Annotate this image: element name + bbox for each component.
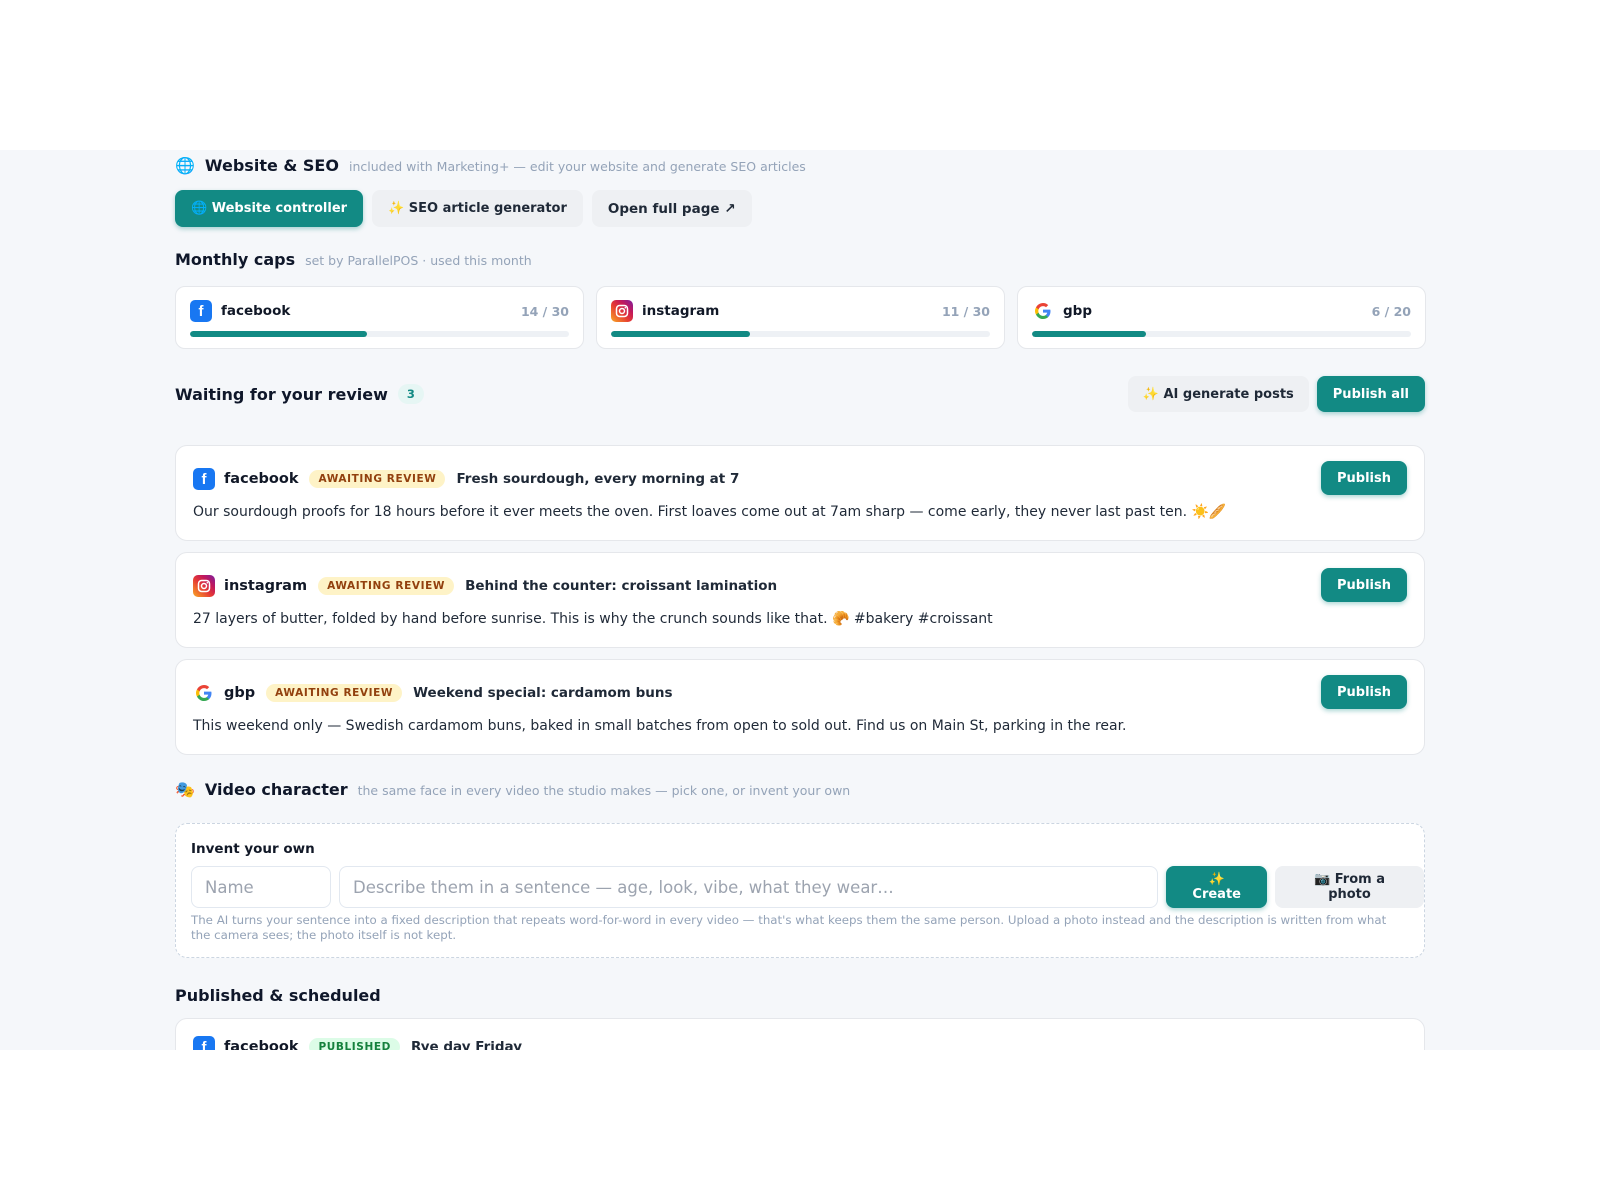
published-title: Published & scheduled — [175, 986, 381, 1005]
review-post-card: gbp AWAITING REVIEW Weekend special: car… — [175, 659, 1425, 755]
globe-icon: 🌐 — [175, 156, 195, 175]
post-platform: instagram — [224, 578, 308, 594]
cap-progress-bar — [190, 331, 569, 337]
cap-progress-bar — [611, 331, 990, 337]
post-body: This weekend only — Swedish cardamom bun… — [193, 718, 1127, 734]
cap-count: 14 / 30 — [520, 303, 569, 319]
caps-row: f facebook 14 / 30 instagram 11 / 30 gbp… — [175, 286, 1426, 349]
facebook-icon: f — [193, 1036, 215, 1050]
review-header: Waiting for your review 3 ✨ AI generate … — [175, 376, 1425, 416]
google-icon — [1032, 300, 1054, 322]
facebook-icon: f — [190, 300, 212, 322]
monthly-caps-title: Monthly caps — [175, 250, 296, 269]
from-photo-button[interactable]: 📷 From a photo — [1275, 866, 1425, 908]
marketing-canvas: 🌐 Website & SEO included with Marketing+… — [0, 150, 1600, 1050]
review-title: Waiting for your review — [175, 384, 388, 404]
ai-generate-posts-button[interactable]: ✨ AI generate posts — [1127, 376, 1309, 412]
review-post-card: f facebook AWAITING REVIEW Fresh sourdou… — [175, 445, 1425, 541]
cap-progress-fill — [1032, 331, 1146, 337]
video-character-header: 🎭 Video character the same face in every… — [175, 780, 850, 799]
cap-card-gbp: gbp 6 / 20 — [1017, 286, 1426, 349]
theater-masks-icon: 🎭 — [175, 780, 195, 799]
instagram-icon — [193, 575, 215, 597]
open-full-page-button[interactable]: Open full page ↗ — [591, 190, 752, 227]
status-badge: AWAITING REVIEW — [309, 470, 446, 488]
cap-platform-name: facebook — [221, 303, 291, 319]
monthly-caps-subtitle: set by ParallelPOS · used this month — [305, 253, 532, 268]
invent-character-form: ✨ Create 📷 From a photo — [191, 866, 1425, 908]
video-character-subtitle: the same face in every video the studio … — [357, 783, 851, 798]
website-seo-subtitle: included with Marketing+ — edit your web… — [348, 159, 806, 174]
cap-progress-bar — [1032, 331, 1411, 337]
published-header: Published & scheduled — [175, 986, 381, 1005]
post-platform: gbp — [224, 685, 256, 701]
cap-card-instagram: instagram 11 / 30 — [596, 286, 1005, 349]
website-tabs: 🌐 Website controller ✨ SEO article gener… — [175, 190, 752, 227]
status-badge: PUBLISHED — [309, 1038, 400, 1050]
create-character-button[interactable]: ✨ Create — [1166, 866, 1268, 908]
cap-count: 6 / 20 — [1371, 303, 1411, 319]
publish-button[interactable]: Publish — [1321, 461, 1407, 495]
review-count-badge: 3 — [397, 384, 424, 404]
post-title: Fresh sourdough, every morning at 7 — [456, 471, 740, 487]
instagram-icon — [611, 300, 633, 322]
cap-platform-name: instagram — [642, 303, 720, 319]
post-platform: facebook — [224, 1039, 299, 1050]
character-name-input[interactable] — [191, 866, 331, 908]
review-post-card: instagram AWAITING REVIEW Behind the cou… — [175, 552, 1425, 648]
facebook-icon: f — [193, 468, 215, 490]
cap-card-facebook: f facebook 14 / 30 — [175, 286, 584, 349]
google-icon — [193, 682, 215, 704]
monthly-caps-header: Monthly caps set by ParallelPOS · used t… — [175, 250, 532, 269]
status-badge: AWAITING REVIEW — [318, 577, 455, 595]
publish-button[interactable]: Publish — [1321, 675, 1407, 709]
cap-platform-name: gbp — [1063, 303, 1092, 319]
cap-count: 11 / 30 — [941, 303, 990, 319]
website-seo-header: 🌐 Website & SEO included with Marketing+… — [175, 156, 806, 175]
character-description-input[interactable] — [339, 866, 1159, 908]
cap-progress-fill — [190, 331, 367, 337]
post-title: Weekend special: cardamom buns — [413, 685, 673, 701]
post-body: 27 layers of butter, folded by hand befo… — [193, 611, 993, 627]
status-badge: AWAITING REVIEW — [266, 684, 403, 702]
published-post-card: f facebook PUBLISHED Rye day Friday — [175, 1018, 1425, 1050]
invent-your-own-label: Invent your own — [191, 841, 315, 857]
invent-character-box: Invent your own ✨ Create 📷 From a photo … — [175, 823, 1425, 958]
tab-website-controller[interactable]: 🌐 Website controller — [175, 190, 364, 227]
cap-progress-fill — [611, 331, 750, 337]
website-seo-title: Website & SEO — [204, 156, 339, 175]
publish-all-button[interactable]: Publish all — [1316, 376, 1425, 412]
post-title: Rye day Friday — [410, 1039, 523, 1050]
tab-seo-article-generator[interactable]: ✨ SEO article generator — [372, 190, 583, 227]
post-platform: facebook — [224, 471, 299, 487]
publish-button[interactable]: Publish — [1321, 568, 1407, 602]
post-body: Our sourdough proofs for 18 hours before… — [193, 504, 1227, 520]
character-help-note: The AI turns your sentence into a fixed … — [191, 913, 1387, 942]
video-character-title: Video character — [204, 780, 348, 799]
post-title: Behind the counter: croissant lamination — [465, 578, 778, 594]
